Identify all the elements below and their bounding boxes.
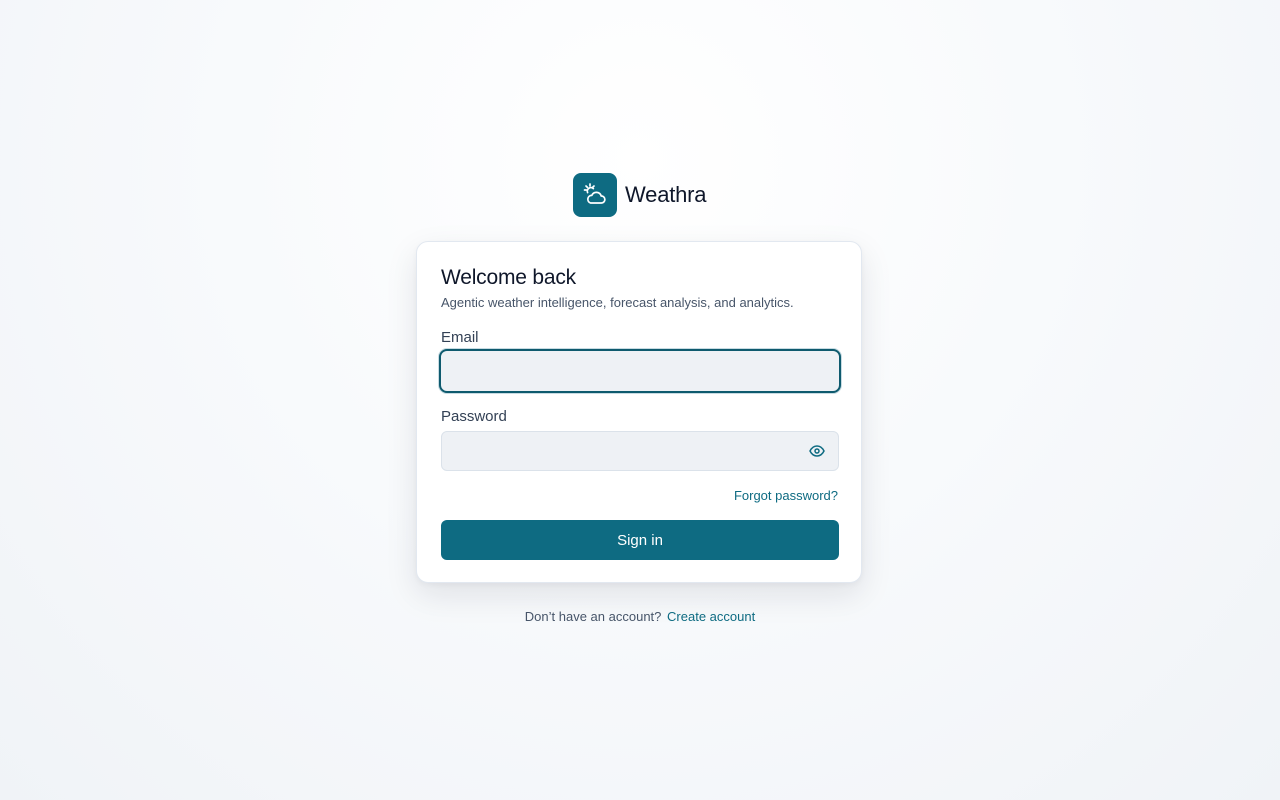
email-label: Email <box>441 329 479 346</box>
brand-name: Weathra <box>625 182 707 207</box>
forgot-password-link[interactable]: Forgot password? <box>734 488 838 503</box>
login-card: Welcome back Agentic weather intelligenc… <box>416 241 862 583</box>
password-label: Password <box>441 408 507 425</box>
password-field[interactable] <box>441 431 839 471</box>
page-title: Welcome back <box>441 266 576 289</box>
sign-in-button[interactable]: Sign in <box>441 520 839 560</box>
brand: Weathra <box>573 173 707 217</box>
footer: Don’t have an account? Create account <box>0 609 1280 624</box>
email-field[interactable] <box>439 349 841 393</box>
footer-prompt: Don’t have an account? <box>524 609 662 624</box>
sun-cloud-icon <box>573 173 617 217</box>
eye-icon[interactable] <box>807 442 827 460</box>
page-subtitle: Agentic weather intelligence, forecast a… <box>441 295 794 310</box>
create-account-link[interactable]: Create account <box>667 609 755 624</box>
